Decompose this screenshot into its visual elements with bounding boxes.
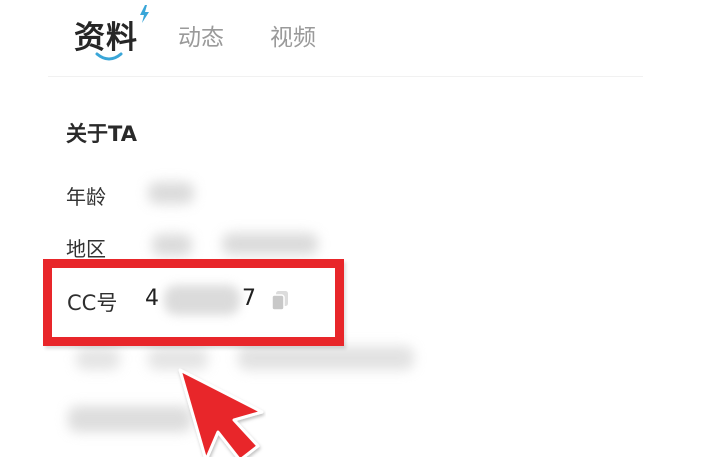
- pointer-arrow-icon: [178, 368, 264, 457]
- age-value-blurred: [148, 182, 194, 204]
- highlight-box: [43, 259, 344, 346]
- region-value-blurred: [152, 234, 192, 256]
- tab-videos[interactable]: 视频: [270, 18, 316, 58]
- age-label: 年龄: [66, 185, 106, 209]
- about-section-title: 关于TA: [66, 122, 137, 146]
- region-detail-blurred: [222, 233, 318, 255]
- tab-activity[interactable]: 动态: [178, 18, 224, 58]
- hidden-row-blurred: [68, 406, 192, 432]
- hidden-field-detail-blurred: [238, 346, 414, 370]
- hidden-field-value-blurred: [148, 348, 208, 370]
- tab-indicator: [95, 52, 123, 61]
- profile-screen: 资料 动态 视频 关于TA 年龄 地区 CC号 4 7: [0, 0, 703, 457]
- hidden-field-label-blurred: [76, 348, 120, 370]
- sparkle-icon: [140, 5, 149, 23]
- tab-divider: [48, 76, 643, 77]
- region-label: 地区: [66, 237, 106, 261]
